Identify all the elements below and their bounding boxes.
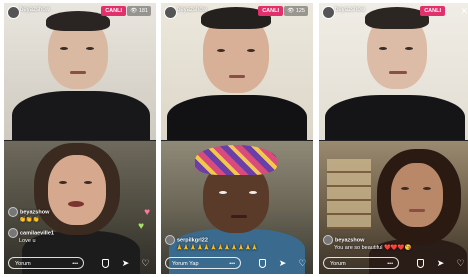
comment-text: 👏👏👏 (19, 217, 40, 223)
heart-reaction-icon: ♥ (138, 221, 144, 232)
commenter-avatar (8, 207, 18, 217)
comment-input[interactable]: Yorum ••• (8, 257, 84, 269)
more-icon[interactable]: ••• (387, 258, 393, 270)
more-icon[interactable]: ••• (229, 258, 235, 270)
bookshelf (327, 159, 371, 229)
commenter-avatar (165, 235, 175, 245)
send-icon[interactable]: ➤ (120, 258, 131, 269)
live-badge: CANLI (420, 6, 445, 16)
live-footer: Yorum Yap ••• ➤ ♡ (161, 252, 313, 274)
comment-text: 🙏🙏🙏🙏🙏🙏🙏🙏🙏🙏🙏🙏 (176, 245, 259, 251)
host-video (319, 3, 468, 140)
live-badge: CANLI (258, 6, 283, 16)
live-footer: Yorum ••• ➤ ♡ (319, 252, 468, 274)
comment-item: camilaeville1 Love u (8, 228, 54, 245)
host-video (161, 3, 313, 140)
live-header: beyazshow CANLI ✕ (319, 3, 468, 19)
live-panel-3: beyazshow CANLI ✕ beyazshow You are so b… (319, 3, 468, 274)
heart-reaction-icon: ♥ (144, 207, 150, 218)
heart-icon[interactable]: ♡ (455, 258, 466, 269)
commenter-avatar (8, 228, 18, 238)
host-username[interactable]: beyazshow (335, 7, 365, 13)
live-panel-1: ♥ ♥ beyazshow CANLI 👁 181 beyazshow 👏👏👏 … (4, 3, 156, 274)
comment-text: Love u (19, 238, 36, 244)
send-icon[interactable]: ➤ (277, 258, 288, 269)
comment-username: beyazshow (20, 209, 50, 216)
viewer-count[interactable]: 👁 125 (284, 6, 308, 16)
comment-item: beyazshow 👏👏👏 (8, 207, 49, 224)
comment-placeholder: Yorum Yap (172, 261, 199, 267)
host-video (4, 3, 156, 140)
comment-item: serpilkgrl22 🙏🙏🙏🙏🙏🙏🙏🙏🙏🙏🙏🙏 (165, 235, 258, 252)
comment-input[interactable]: Yorum Yap ••• (165, 257, 241, 269)
comment-input[interactable]: Yorum ••• (323, 257, 399, 269)
send-icon[interactable]: ➤ (435, 258, 446, 269)
commenter-avatar (323, 235, 333, 245)
comment-placeholder: Yorum (330, 261, 346, 267)
shield-icon[interactable] (100, 258, 111, 269)
live-header: beyazshow CANLI 👁 125 (161, 3, 313, 19)
viewer-count-value: 181 (138, 8, 148, 14)
host-avatar[interactable] (7, 6, 20, 19)
host-username[interactable]: beyazshow (20, 7, 50, 13)
shield-icon[interactable] (257, 258, 268, 269)
close-icon[interactable]: ✕ (460, 5, 468, 17)
live-badge: CANLI (101, 6, 126, 16)
host-username[interactable]: beyazshow (177, 7, 207, 13)
live-footer: Yorum ••• ➤ ♡ (4, 252, 156, 274)
comment-placeholder: Yorum (15, 261, 31, 267)
heart-icon[interactable]: ♡ (140, 258, 151, 269)
host-avatar[interactable] (164, 6, 177, 19)
shield-icon[interactable] (415, 258, 426, 269)
host-avatar[interactable] (322, 6, 335, 19)
more-icon[interactable]: ••• (72, 258, 78, 270)
heart-icon[interactable]: ♡ (297, 258, 308, 269)
comment-username: camilaeville1 (20, 230, 54, 237)
comment-username: serpilkgrl22 (177, 237, 208, 244)
live-panel-2: beyazshow CANLI 👁 125 serpilkgrl22 🙏🙏🙏🙏🙏… (161, 3, 313, 274)
live-header: beyazshow CANLI 👁 181 (4, 3, 156, 19)
comment-text: You are so beautiful ❤️❤️❤️😘 (334, 245, 412, 251)
comment-item: beyazshow You are so beautiful ❤️❤️❤️😘 (323, 235, 411, 252)
viewer-count[interactable]: 👁 181 (127, 6, 151, 16)
comment-username: beyazshow (335, 237, 365, 244)
viewer-count-value: 125 (295, 8, 305, 14)
